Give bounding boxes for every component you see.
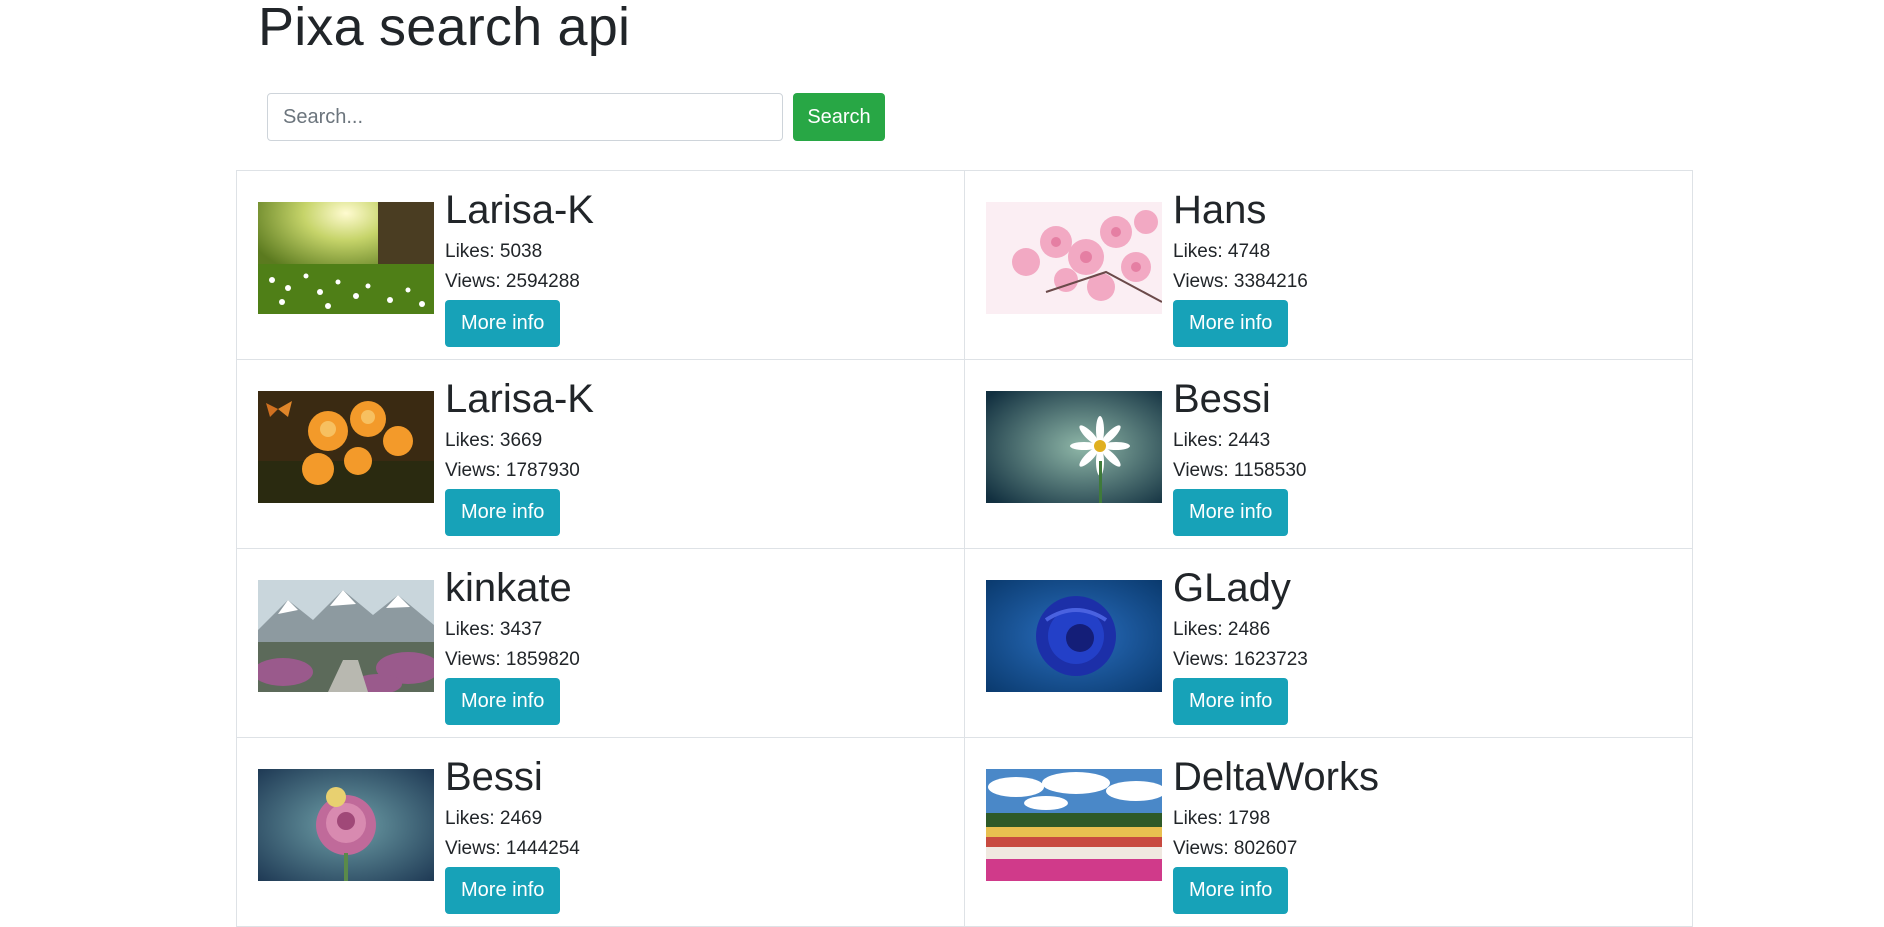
result-card: Larisa-K Likes: 5038 Views: 2594288 More… [236, 170, 965, 360]
more-info-button[interactable]: More info [1173, 678, 1289, 725]
result-views: Views: 1787930 [445, 460, 580, 481]
result-likes: Likes: 2486 [1173, 619, 1271, 640]
result-user-name: GLady [1173, 566, 1291, 610]
result-thumbnail[interactable] [986, 580, 1162, 692]
more-info-button[interactable]: More info [445, 867, 561, 914]
more-info-button[interactable]: More info [445, 678, 561, 725]
more-info-button[interactable]: More info [445, 300, 561, 347]
more-info-button[interactable]: More info [1173, 489, 1289, 536]
result-thumbnail[interactable] [258, 580, 434, 692]
result-card-body: GLady Likes: 2486 Views: 1623723 More in… [1173, 563, 1308, 725]
result-likes: Likes: 2443 [1173, 430, 1271, 451]
result-card: Bessi Likes: 2469 Views: 1444254 More in… [236, 737, 965, 927]
result-card-body: Larisa-K Likes: 3669 Views: 1787930 More… [445, 374, 594, 536]
result-card-body: Bessi Likes: 2469 Views: 1444254 More in… [445, 752, 580, 914]
search-input[interactable] [267, 93, 783, 141]
result-user-name: Larisa-K [445, 377, 594, 421]
result-user-name: DeltaWorks [1173, 755, 1379, 799]
result-user-name: kinkate [445, 566, 572, 610]
result-views: Views: 1444254 [445, 838, 580, 859]
result-views: Views: 1623723 [1173, 649, 1308, 670]
result-card-body: kinkate Likes: 3437 Views: 1859820 More … [445, 563, 580, 725]
more-info-button[interactable]: More info [1173, 867, 1289, 914]
result-user-name: Hans [1173, 188, 1267, 232]
result-card-body: Bessi Likes: 2443 Views: 1158530 More in… [1173, 374, 1306, 536]
result-card: kinkate Likes: 3437 Views: 1859820 More … [236, 548, 965, 738]
result-views: Views: 2594288 [445, 271, 580, 292]
result-card: Larisa-K Likes: 3669 Views: 1787930 More… [236, 359, 965, 549]
result-likes: Likes: 3437 [445, 619, 543, 640]
result-thumbnail[interactable] [258, 391, 434, 503]
result-card-body: DeltaWorks Likes: 1798 Views: 802607 Mor… [1173, 752, 1379, 914]
result-thumbnail[interactable] [986, 769, 1162, 881]
more-info-button[interactable]: More info [445, 489, 561, 536]
result-likes: Likes: 4748 [1173, 241, 1271, 262]
result-card-body: Hans Likes: 4748 Views: 3384216 More inf… [1173, 185, 1308, 347]
result-card-body: Larisa-K Likes: 5038 Views: 2594288 More… [445, 185, 594, 347]
result-thumbnail[interactable] [258, 769, 434, 881]
result-user-name: Bessi [1173, 377, 1271, 421]
result-card: DeltaWorks Likes: 1798 Views: 802607 Mor… [964, 737, 1693, 927]
search-bar: Search [267, 93, 885, 141]
result-likes: Likes: 2469 [445, 808, 543, 829]
search-button[interactable]: Search [793, 93, 885, 141]
result-user-name: Larisa-K [445, 188, 594, 232]
result-views: Views: 802607 [1173, 838, 1298, 859]
result-card: GLady Likes: 2486 Views: 1623723 More in… [964, 548, 1693, 738]
result-likes: Likes: 5038 [445, 241, 543, 262]
result-views: Views: 1158530 [1173, 460, 1307, 481]
result-card: Bessi Likes: 2443 Views: 1158530 More in… [964, 359, 1693, 549]
result-thumbnail[interactable] [258, 202, 434, 314]
result-thumbnail[interactable] [986, 202, 1162, 314]
result-user-name: Bessi [445, 755, 543, 799]
result-views: Views: 3384216 [1173, 271, 1308, 292]
result-likes: Likes: 1798 [1173, 808, 1271, 829]
results-grid: Larisa-K Likes: 5038 Views: 2594288 More… [236, 170, 1693, 927]
more-info-button[interactable]: More info [1173, 300, 1289, 347]
result-likes: Likes: 3669 [445, 430, 543, 451]
page-title: Pixa search api [258, 0, 631, 57]
result-views: Views: 1859820 [445, 649, 580, 670]
result-card: Hans Likes: 4748 Views: 3384216 More inf… [964, 170, 1693, 360]
result-thumbnail[interactable] [986, 391, 1162, 503]
